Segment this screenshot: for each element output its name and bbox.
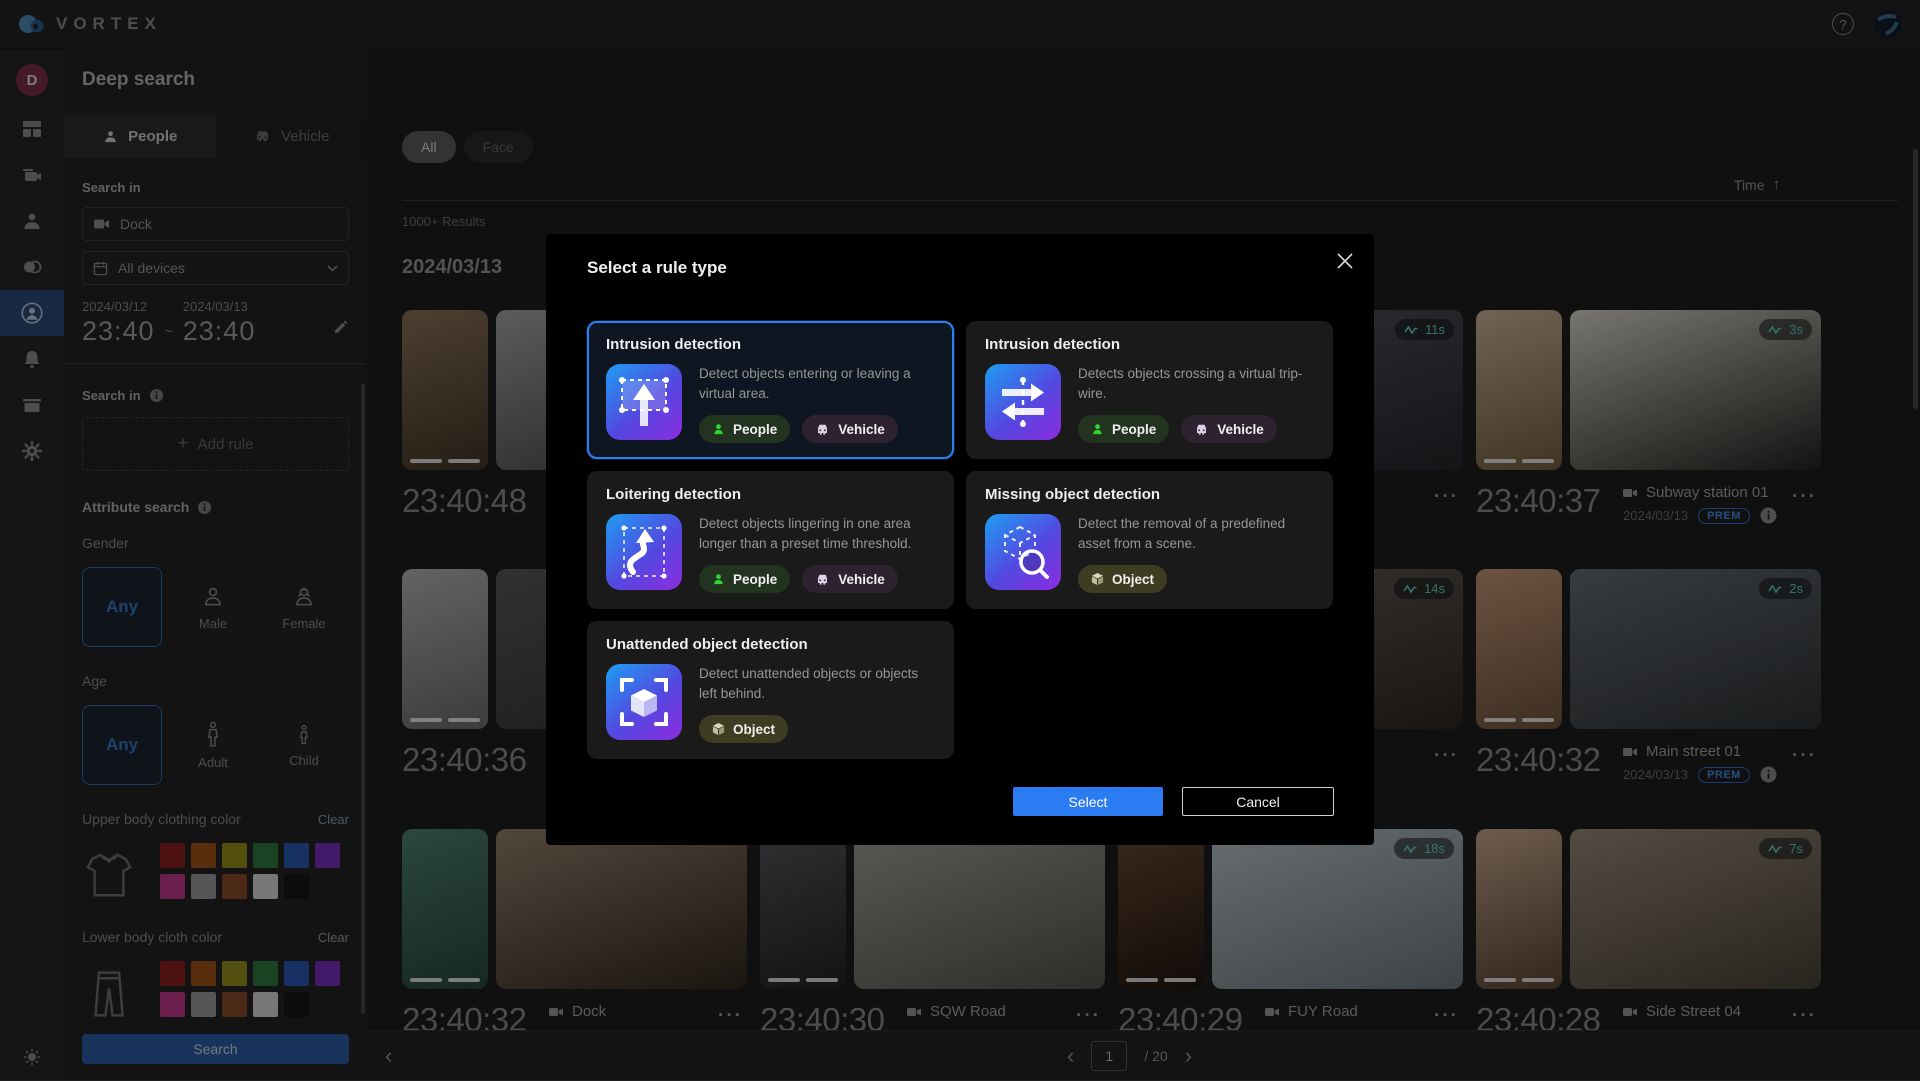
trip-wire-icon — [985, 364, 1061, 440]
rule-card-description: Detects objects crossing a virtual trip-… — [1078, 364, 1316, 403]
rule-cards: Intrusion detection Detect objects enter… — [587, 321, 1333, 759]
tag-vehicle: Vehicle — [1181, 415, 1277, 443]
rule-card-title: Intrusion detection — [985, 336, 1314, 353]
rule-card-title: Loitering detection — [606, 486, 935, 503]
tag-vehicle: Vehicle — [802, 565, 898, 593]
rule-card-title: Intrusion detection — [606, 336, 935, 353]
rule-card[interactable]: Missing object detection Detect the remo… — [966, 471, 1333, 609]
people-icon — [712, 573, 725, 586]
missing-object-icon — [985, 514, 1061, 590]
intrusion-area-icon — [606, 364, 682, 440]
rule-card-description: Detect unattended objects or objects lef… — [699, 664, 937, 703]
vehicle-icon — [815, 423, 830, 436]
tag-people: People — [1078, 415, 1169, 443]
tag-object: Object — [1078, 565, 1167, 593]
tag-object: Object — [699, 715, 788, 743]
vehicle-icon — [815, 573, 830, 586]
object-icon — [712, 722, 725, 736]
rule-card[interactable]: Loitering detection Detect objects linge… — [587, 471, 954, 609]
loitering-icon — [606, 514, 682, 590]
tag-people: People — [699, 415, 790, 443]
dialog-title: Select a rule type — [587, 258, 727, 278]
rule-card[interactable]: Unattended object detection Detect unatt… — [587, 621, 954, 759]
cancel-button[interactable]: Cancel — [1182, 787, 1334, 816]
rule-card-title: Unattended object detection — [606, 636, 935, 653]
close-icon[interactable] — [1336, 252, 1354, 270]
vehicle-icon — [1194, 423, 1209, 436]
select-button[interactable]: Select — [1013, 787, 1163, 816]
rule-card-description: Detect objects entering or leaving a vir… — [699, 364, 937, 403]
rule-type-dialog: Select a rule type Intrusion detection D… — [546, 234, 1374, 845]
rule-card[interactable]: Intrusion detection Detect objects enter… — [587, 321, 954, 459]
people-icon — [712, 423, 725, 436]
rule-card-description: Detect objects lingering in one area lon… — [699, 514, 937, 553]
rule-card-title: Missing object detection — [985, 486, 1314, 503]
tag-vehicle: Vehicle — [802, 415, 898, 443]
tag-people: People — [699, 565, 790, 593]
modal-backdrop[interactable]: Select a rule type Intrusion detection D… — [0, 0, 1920, 1080]
rule-card-description: Detect the removal of a predefined asset… — [1078, 514, 1316, 553]
rule-card[interactable]: Intrusion detection Detects objects cros… — [966, 321, 1333, 459]
people-icon — [1091, 423, 1104, 436]
object-icon — [1091, 572, 1104, 586]
unattended-object-icon — [606, 664, 682, 740]
